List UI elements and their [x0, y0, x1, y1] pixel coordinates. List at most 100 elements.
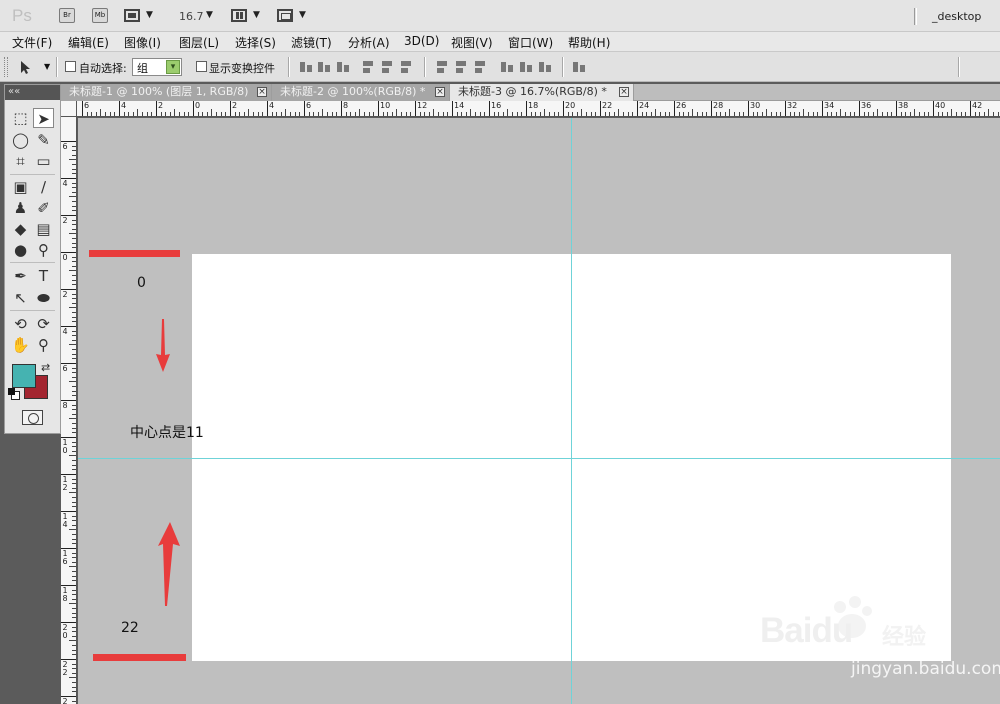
3d-orbit-tool-icon[interactable]: ⟳ [33, 314, 54, 334]
ruler-minor-tick [262, 112, 264, 116]
photoshop-logo: Ps [12, 6, 32, 25]
close-icon[interactable]: × [257, 87, 267, 97]
ruler-minor-tick [882, 112, 883, 116]
screen-mode-dropdown-icon[interactable]: ▼ [299, 10, 306, 20]
menu-view[interactable]: 视图(V) [451, 34, 493, 51]
distribute-vertical-centers-icon[interactable] [454, 60, 468, 74]
options-separator [424, 57, 426, 77]
view-extras-dropdown-icon[interactable]: ▼ [146, 10, 153, 20]
horizontal-ruler[interactable]: 6 4 2 0 2 4 6 8 10 12 14 16 18 20 22 24 26 28 30 32 34 36 38 40… [77, 101, 1000, 117]
move-tool-preset-icon[interactable] [20, 60, 34, 74]
launch-mini-bridge-button[interactable]: Mb [92, 8, 108, 23]
ruler-minor-tick [960, 112, 962, 116]
menu-edit[interactable]: 编辑(E) [68, 34, 109, 51]
show-transform-checkbox[interactable] [196, 61, 207, 72]
ellipse-tool-icon[interactable]: ⬬ [33, 288, 54, 308]
horizontal-guide[interactable] [78, 458, 1000, 459]
clone-stamp-tool-icon[interactable]: ♟ [10, 198, 31, 218]
distribute-right-edges-icon[interactable] [538, 60, 552, 74]
menu-help[interactable]: 帮助(H) [568, 34, 610, 51]
menu-select[interactable]: 选择(S) [235, 34, 276, 51]
select-dropdown-arrow-icon[interactable]: ▾ [166, 60, 180, 74]
tab-untitled-1[interactable]: 未标题-1 @ 100% (图层 1, RGB/8) × [61, 84, 272, 101]
align-horizontal-centers-icon[interactable] [380, 60, 394, 74]
auto-align-layers-icon[interactable] [572, 60, 586, 74]
ruler-tool-icon[interactable]: ▭ [33, 151, 54, 171]
menu-filter[interactable]: 滤镜(T) [291, 34, 332, 51]
canvas-workspace[interactable]: 0 中心点是11 22 Baidu 经验 jingyan.baidu.com [78, 118, 1000, 704]
ruler-minor-tick [808, 112, 809, 116]
menu-image[interactable]: 图像(I) [124, 34, 161, 51]
type-tool-icon[interactable]: T [33, 266, 54, 286]
view-extras-button[interactable] [124, 9, 140, 22]
foreground-color-swatch[interactable] [12, 364, 36, 388]
tool-preset-dropdown-icon[interactable]: ▼ [44, 62, 50, 71]
arrange-documents-button[interactable] [231, 9, 247, 22]
lasso-tool-icon[interactable]: ◯ [10, 130, 31, 150]
distribute-left-edges-icon[interactable] [500, 60, 514, 74]
swap-colors-icon[interactable]: ⇄ [41, 361, 50, 374]
zoom-tool-icon[interactable]: ⚲ [33, 335, 54, 355]
align-left-edges-icon[interactable] [361, 60, 375, 74]
pen-tool-icon[interactable]: ✒ [10, 266, 31, 286]
tools-panel-header[interactable]: «« [5, 85, 60, 100]
close-icon[interactable]: × [435, 87, 445, 97]
auto-select-checkbox[interactable] [65, 61, 76, 72]
vertical-guide[interactable] [571, 118, 572, 704]
ruler-minor-tick [72, 552, 76, 554]
close-icon[interactable]: × [619, 87, 629, 97]
hand-tool-icon[interactable]: ✋ [10, 335, 31, 355]
brush-tool-icon[interactable]: ∕ [33, 177, 54, 197]
quick-selection-tool-icon[interactable]: ✎ [33, 130, 54, 150]
3d-rotate-tool-icon[interactable]: ⟲ [10, 314, 31, 334]
options-bar-grip[interactable] [4, 57, 8, 77]
launch-bridge-button[interactable]: Br [59, 8, 75, 23]
menu-layer[interactable]: 图层(L) [179, 34, 219, 51]
menu-file[interactable]: 文件(F) [12, 34, 52, 51]
align-right-edges-icon[interactable] [399, 60, 413, 74]
zoom-level[interactable]: 16.7 [179, 10, 204, 23]
path-selection-tool-icon[interactable]: ↖ [10, 288, 31, 308]
ruler-label: 26 [676, 101, 687, 110]
crop-tool-icon[interactable]: ⌗ [10, 151, 31, 171]
screen-mode-button[interactable] [277, 9, 293, 22]
blur-tool-icon[interactable]: ● [10, 240, 31, 260]
ruler-minor-tick [72, 293, 76, 295]
tab-untitled-2[interactable]: 未标题-2 @ 100%(RGB/8) * × [272, 84, 450, 101]
arrange-dropdown-icon[interactable]: ▼ [253, 10, 260, 20]
ruler-minor-tick [239, 112, 241, 116]
move-tool-icon[interactable]: ➤ [33, 108, 54, 128]
ruler-minor-tick [387, 112, 389, 116]
distribute-top-edges-icon[interactable] [435, 60, 449, 74]
ruler-minor-tick [299, 112, 301, 116]
ruler-minor-tick [72, 557, 76, 559]
menu-window[interactable]: 窗口(W) [508, 34, 553, 51]
default-colors-icon[interactable] [8, 388, 20, 400]
vertical-ruler[interactable]: 6 4 2 0 2 4 6 8 1 0 1 2 1 4 1 6 1 8 2 0 2 2 2 4 [61, 117, 77, 704]
ruler-minor-tick [69, 233, 76, 235]
dodge-tool-icon[interactable]: ⚲ [33, 240, 54, 260]
ruler-minor-tick [72, 663, 76, 665]
zoom-dropdown-icon[interactable]: ▼ [206, 10, 213, 20]
ruler-origin-corner[interactable] [61, 101, 77, 117]
rectangular-marquee-tool-icon[interactable]: ⬚ [10, 108, 31, 128]
align-top-edges-icon[interactable] [299, 60, 313, 74]
spot-healing-brush-tool-icon[interactable]: ▣ [10, 177, 31, 197]
menu-analysis[interactable]: 分析(A) [348, 34, 390, 51]
align-bottom-edges-icon[interactable] [336, 60, 350, 74]
ruler-label: 8 [343, 101, 349, 110]
auto-select-dropdown[interactable]: 组 ▾ [132, 58, 182, 76]
gradient-tool-icon[interactable]: ▤ [33, 219, 54, 239]
distribute-horizontal-centers-icon[interactable] [519, 60, 533, 74]
collapse-panel-icon[interactable]: «« [8, 86, 20, 97]
quick-mask-icon[interactable] [22, 410, 43, 425]
menu-3d[interactable]: 3D(D) [404, 34, 439, 48]
ruler-major-tick [378, 101, 379, 116]
tab-untitled-3[interactable]: 未标题-3 @ 16.7%(RGB/8) * × [450, 84, 634, 101]
history-brush-tool-icon[interactable]: ✐ [33, 198, 54, 218]
down-arrow-icon [156, 319, 170, 372]
eraser-tool-icon[interactable]: ◆ [10, 219, 31, 239]
workspace-switcher[interactable]: _desktop [932, 10, 981, 23]
align-vertical-centers-icon[interactable] [317, 60, 331, 74]
distribute-bottom-edges-icon[interactable] [473, 60, 487, 74]
